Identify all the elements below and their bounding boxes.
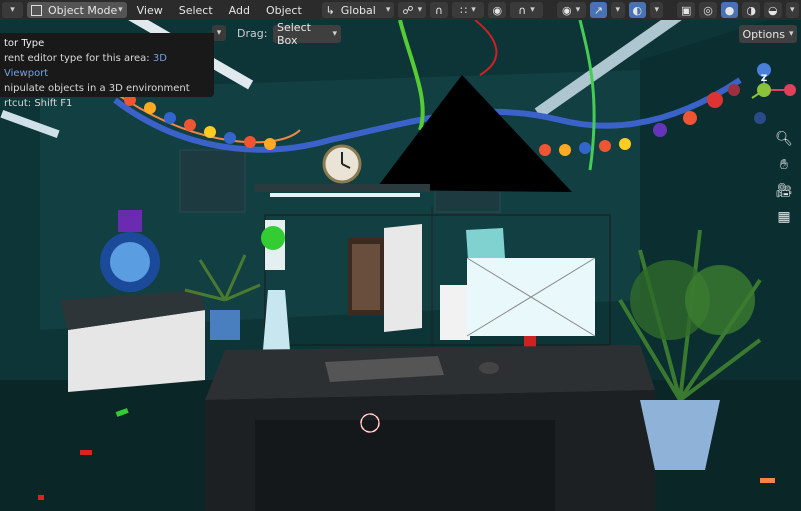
shading-dropdown[interactable]: ▾ [785,2,799,18]
gizmo-z-label: Z [760,74,768,84]
chevron-down-icon: ▾ [471,5,476,15]
falloff-button[interactable]: ∩ ▾ [510,2,543,18]
gizmo-dropdown[interactable]: ▾ [611,2,625,18]
hand-pan-icon[interactable]: ✋︎ [773,154,795,176]
chevron-down-icon: ▾ [788,29,794,39]
menu-select[interactable]: Select [173,4,219,17]
editor-type-chevron[interactable]: ▾ [2,2,23,18]
pivot-icon: ☍ [402,3,414,17]
snap-target-button[interactable]: ∷ ▾ [451,2,485,18]
transform-orientation-label: Global [340,3,376,17]
gizmo-y-axis[interactable] [757,83,771,97]
zoom-icon[interactable]: 🔍︎ [773,128,795,150]
chevron-down-icon: ▾ [332,29,337,39]
menu-object[interactable]: Object [260,4,308,17]
chevron-down-icon: ▾ [615,5,621,15]
tooltip-line1: rent editor type for this area: 3D Viewp… [4,51,210,81]
menu-add[interactable]: Add [223,4,256,17]
snap-button[interactable]: ∩ [430,2,448,18]
chevron-down-icon: ▾ [790,5,795,15]
chevron-down-icon: ▾ [654,5,660,15]
transform-orientation-icon: ↳ [325,3,335,17]
grid-icon[interactable]: ▦ [773,206,795,228]
options-dropdown[interactable]: Options ▾ [739,25,797,43]
xray-toggle-button[interactable]: ▣ [677,2,696,18]
gizmo-neg-x-axis[interactable] [728,84,740,96]
gizmo-neg-z-axis[interactable] [754,112,766,124]
xray-icon: ▣ [680,3,692,17]
tooltip-line3: rtcut: Shift F1 [4,98,73,109]
drag-select-dropdown[interactable]: Select Box ▾ [273,21,341,47]
chevron-down-icon: ▾ [575,5,581,15]
object-mode-icon [31,4,42,16]
falloff-icon: ∩ [518,3,527,17]
proportional-editing-button[interactable]: ◉ [488,2,507,18]
pivot-point-button[interactable]: ☍ ▾ [398,2,427,18]
mode-label: Object Mode [48,3,118,17]
solid-shading-button[interactable]: ● [720,2,739,18]
editor-chevron[interactable]: ▾ [212,25,226,41]
snap-target-icon: ∷ [460,3,468,17]
material-shading-button[interactable]: ◑ [742,2,761,18]
proportional-editing-icon: ◉ [492,3,503,17]
gizmo-icon: ↗ [593,3,603,17]
material-shading-icon: ◑ [746,3,757,17]
chevron-down-icon: ▾ [530,5,535,15]
visibility-button[interactable]: ◉ ▾ [556,2,586,18]
chevron-down-icon: ▾ [385,5,391,15]
drag-label: Drag: [237,27,268,40]
tooltip-line1-prefix: rent editor type for this area: [4,53,150,64]
viewport-header: ▾ Object Mode ▾ View Select Add Object ↳… [0,0,801,20]
tooltip-title: tor Type [4,38,45,49]
drag-value: Select Box [277,21,311,47]
camera-icon[interactable]: 🎥︎ [773,180,795,202]
gizmo-x-axis[interactable] [784,84,796,96]
chevron-down-icon: ▾ [118,5,123,15]
eye-icon: ◉ [562,3,572,17]
overlay-dropdown[interactable]: ▾ [650,2,664,18]
solid-shading-icon: ● [724,3,735,17]
transform-orientation-dropdown[interactable]: ↳ Global ▾ [321,2,395,18]
mode-selector[interactable]: Object Mode ▾ [27,2,127,18]
snap-magnet-icon: ∩ [434,3,443,17]
editor-type-tooltip: tor Type rent editor type for this area:… [0,33,214,109]
wireframe-shading-button[interactable]: ◎ [699,2,717,18]
rendered-shading-button[interactable]: ◒ [764,2,782,18]
chevron-down-icon: ▾ [216,28,222,38]
options-label: Options [742,27,785,41]
overlay-icon: ◐ [632,3,643,17]
gizmo-toggle-button[interactable]: ↗ [589,2,608,18]
wireframe-shading-icon: ◎ [703,3,713,17]
menu-view[interactable]: View [131,4,169,17]
overlay-toggle-button[interactable]: ◐ [628,2,647,18]
tooltip-line2: nipulate objects in a 3D environment [4,83,190,94]
chevron-down-icon: ▾ [417,5,423,15]
rendered-shading-icon: ◒ [768,3,778,17]
